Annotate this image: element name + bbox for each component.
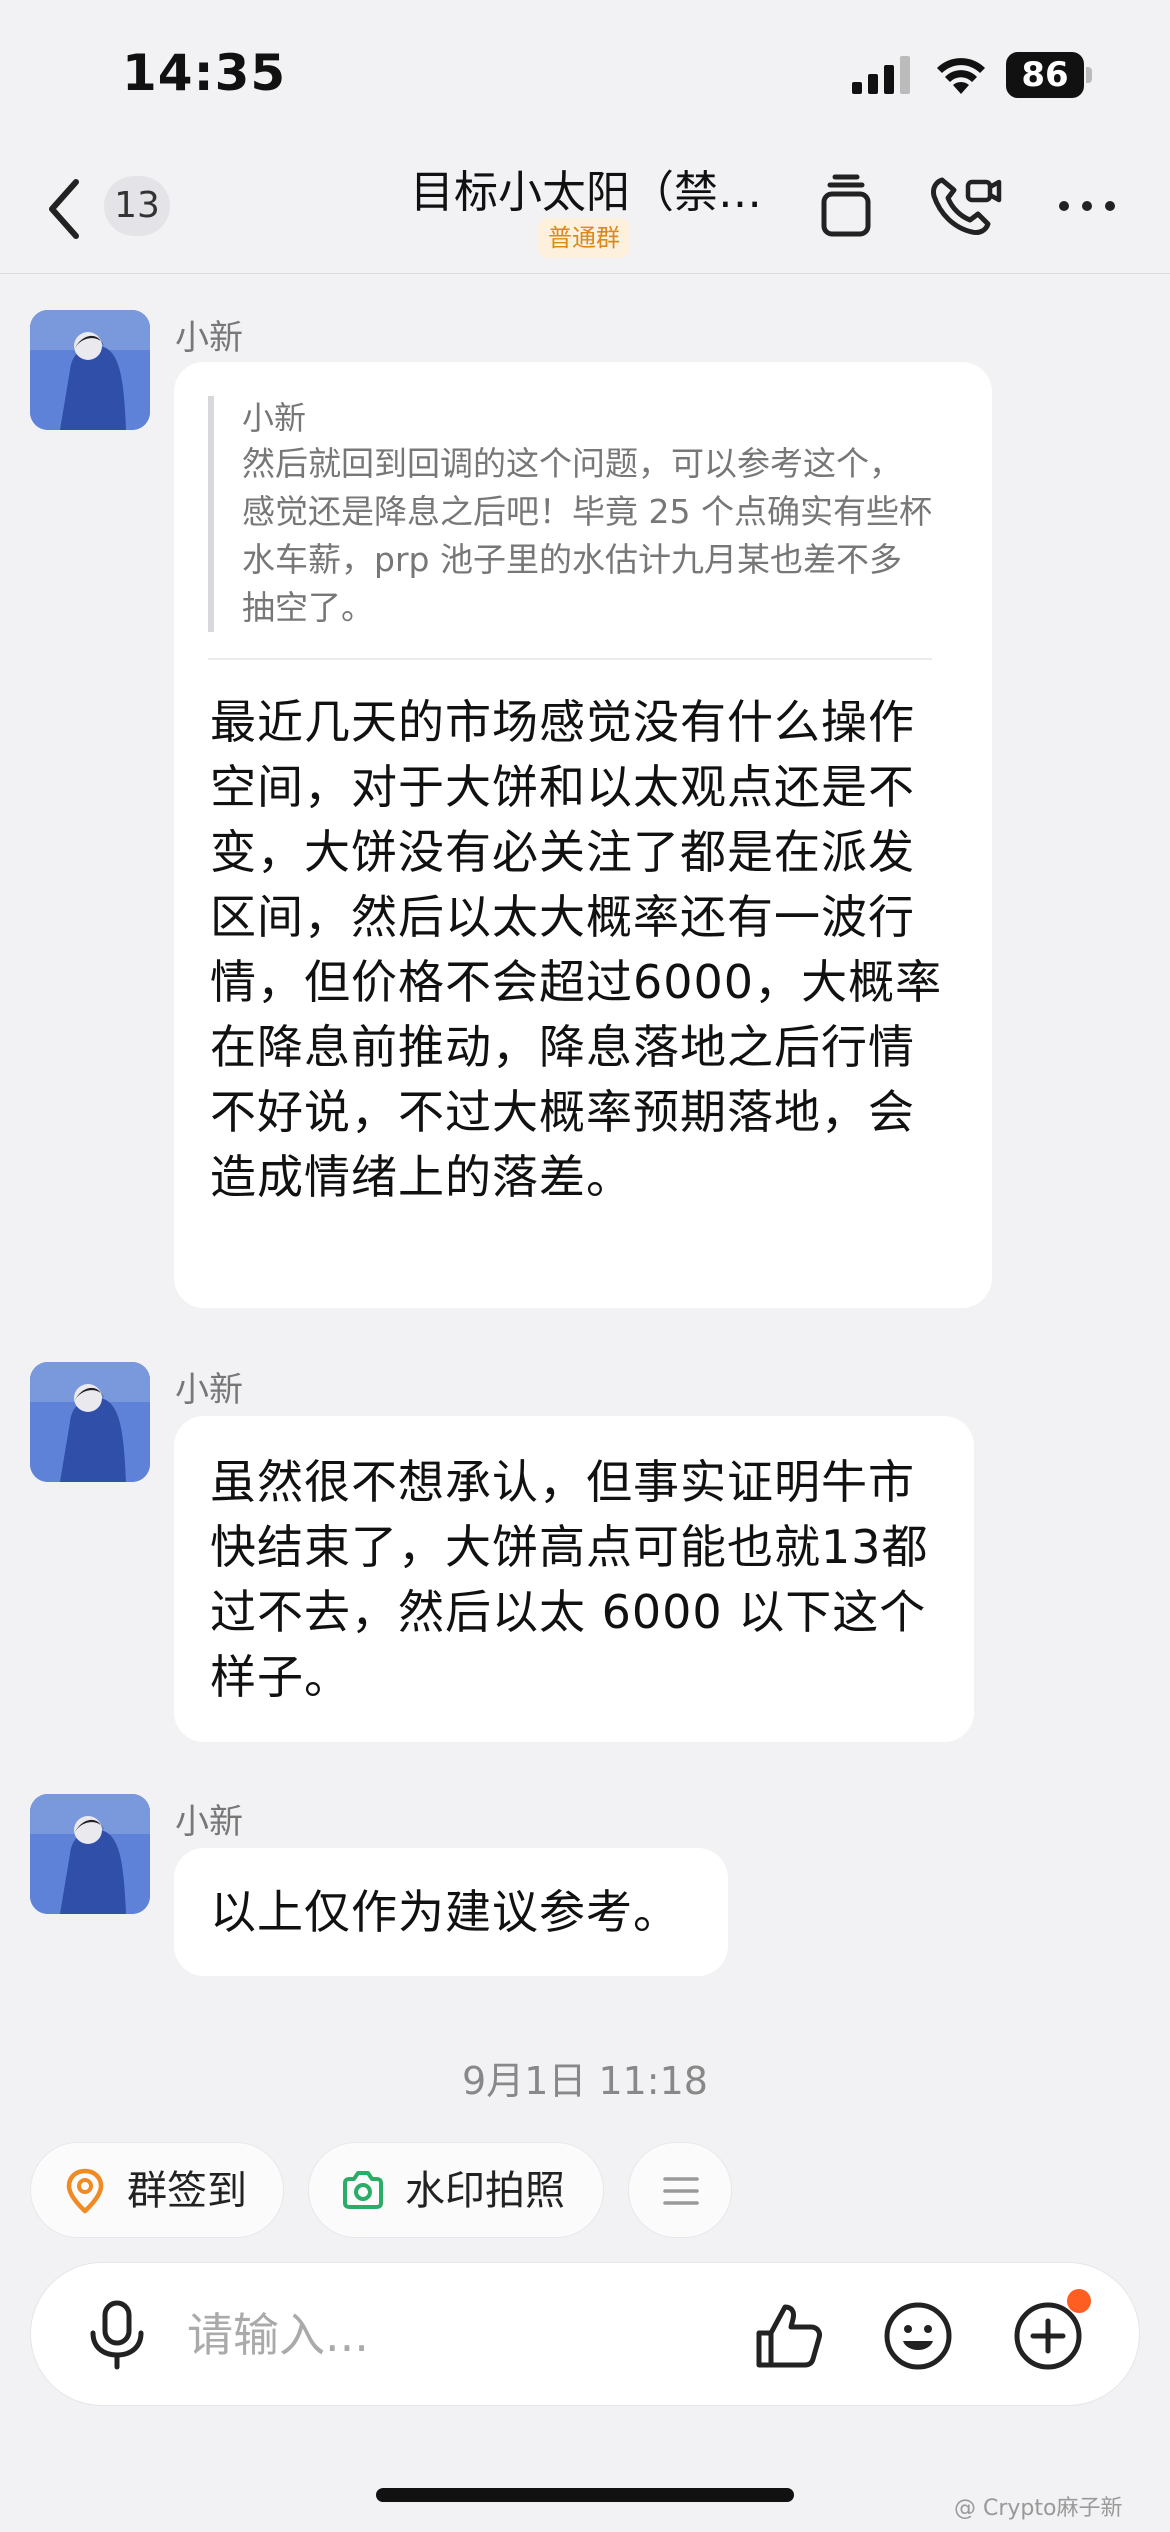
camera-icon bbox=[343, 2171, 383, 2209]
message-input-bar bbox=[30, 2262, 1140, 2406]
avatar[interactable] bbox=[30, 310, 150, 430]
chat-title[interactable]: 目标小太阳（禁… bbox=[410, 156, 780, 220]
avatar-image bbox=[30, 1362, 150, 1482]
chat-history-icon[interactable] bbox=[818, 174, 874, 238]
sender-name: 小新 bbox=[175, 1802, 243, 1842]
microphone-icon[interactable] bbox=[85, 2299, 149, 2371]
emoji-icon[interactable] bbox=[881, 2299, 955, 2373]
status-bar: 14:35 86 bbox=[0, 0, 1170, 140]
message-input[interactable] bbox=[187, 2297, 707, 2373]
battery-tip bbox=[1086, 67, 1092, 83]
location-pin-icon bbox=[66, 2168, 104, 2214]
message-bubble[interactable]: 以上仅作为建议参考。 bbox=[174, 1848, 728, 1976]
unread-count-badge[interactable]: 13 bbox=[104, 176, 170, 236]
message-bubble[interactable]: 小新 然后就回到回调的这个问题，可以参考这个，感觉还是降息之后吧！毕竟 25 个… bbox=[174, 362, 992, 1308]
battery-level: 86 bbox=[1006, 52, 1084, 98]
battery-indicator: 86 bbox=[1006, 52, 1092, 98]
menu-icon bbox=[663, 2177, 699, 2205]
group-type-tag: 普通群 bbox=[538, 218, 630, 258]
more-actions-button[interactable] bbox=[628, 2142, 732, 2238]
call-icon[interactable] bbox=[928, 174, 1002, 238]
watermark-camera-button[interactable]: 水印拍照 bbox=[308, 2142, 604, 2238]
quoted-text: 然后就回到回调的这个问题，可以参考这个，感觉还是降息之后吧！毕竟 25 个点确实… bbox=[242, 444, 932, 627]
avatar[interactable] bbox=[30, 1362, 150, 1482]
quoted-message[interactable]: 小新 然后就回到回调的这个问题，可以参考这个，感觉还是降息之后吧！毕竟 25 个… bbox=[208, 396, 932, 632]
notification-dot bbox=[1067, 2289, 1091, 2313]
avatar-image bbox=[30, 1794, 150, 1914]
chat-header: 13 目标小太阳（禁… 普通群 bbox=[0, 140, 1170, 274]
quoted-sender: 小新 bbox=[242, 399, 307, 437]
avatar-image bbox=[30, 310, 150, 430]
checkin-label: 群签到 bbox=[127, 2168, 247, 2214]
avatar[interactable] bbox=[30, 1794, 150, 1914]
message-text: 虽然很不想承认，但事实证明牛市快结束了，大饼高点可能也就13都过不去，然后以太 … bbox=[210, 1455, 929, 1704]
watermark-camera-label: 水印拍照 bbox=[405, 2168, 565, 2214]
status-time: 14:35 bbox=[122, 44, 287, 102]
message-text: 以上仅作为建议参考。 bbox=[210, 1885, 680, 1939]
back-arrow-icon[interactable] bbox=[44, 176, 84, 242]
checkin-button[interactable]: 群签到 bbox=[30, 2142, 284, 2238]
message-bubble[interactable]: 虽然很不想承认，但事实证明牛市快结束了，大饼高点可能也就13都过不去，然后以太 … bbox=[174, 1416, 974, 1742]
more-options-icon[interactable] bbox=[1056, 174, 1118, 238]
message-timestamp: 9月1日 11:18 bbox=[462, 2059, 708, 2103]
sender-name: 小新 bbox=[175, 1370, 243, 1410]
sender-name: 小新 bbox=[175, 318, 243, 358]
cellular-signal-icon bbox=[852, 56, 910, 94]
wifi-icon bbox=[937, 58, 985, 94]
home-indicator[interactable] bbox=[376, 2488, 794, 2502]
watermark: @ Crypto麻子新 bbox=[954, 2496, 1123, 2521]
message-text: 最近几天的市场感觉没有什么操作空间，对于大饼和以太观点还是不变，大饼没有必关注了… bbox=[210, 695, 943, 1204]
quote-divider bbox=[208, 658, 932, 660]
thumbs-up-icon[interactable] bbox=[751, 2299, 825, 2373]
